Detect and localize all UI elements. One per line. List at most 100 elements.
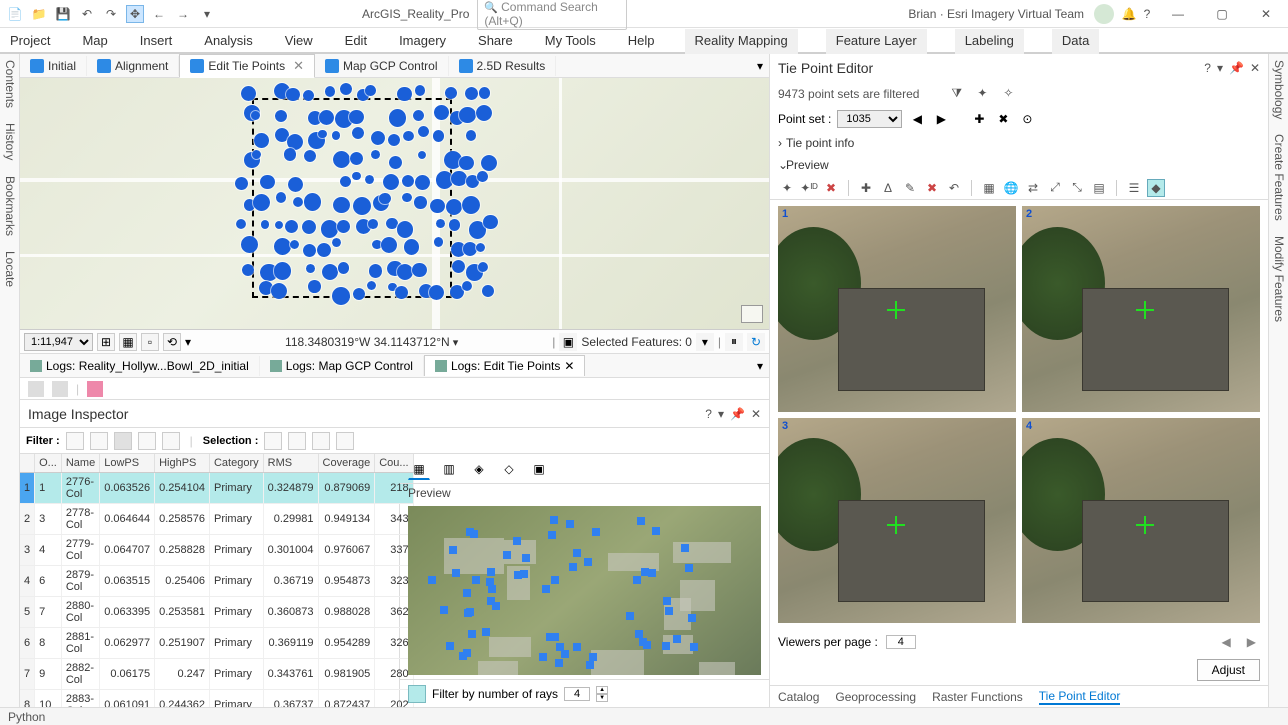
status-python[interactable]: Python: [8, 710, 45, 724]
view-tab-edit-tie-points[interactable]: Edit Tie Points✕: [179, 54, 315, 78]
sel-btn-2-icon[interactable]: [288, 432, 306, 450]
open-project-icon[interactable]: 📁: [30, 5, 48, 23]
pointset-locate-icon[interactable]: ⊙: [1018, 110, 1036, 128]
rail-symbology[interactable]: Symbology: [1272, 60, 1286, 119]
column-header[interactable]: O...: [35, 454, 62, 473]
filter-btn-2-icon[interactable]: [90, 432, 108, 450]
bottom-tab-raster[interactable]: Raster Functions: [932, 690, 1023, 704]
dynamic-icon[interactable]: ⟲: [163, 333, 181, 351]
minimize-button[interactable]: —: [1156, 0, 1200, 28]
avatar[interactable]: [1094, 4, 1114, 24]
scale-dropdown[interactable]: 1:11,947: [24, 333, 93, 351]
tpe-tool-pt-auto-icon[interactable]: Δ: [879, 179, 897, 197]
rail-modify-features[interactable]: Modify Features: [1272, 236, 1286, 322]
view-tab-alignment[interactable]: Alignment: [87, 56, 179, 76]
coordinates-readout[interactable]: 118.3480319°W 34.1143712°N ▾: [195, 335, 548, 349]
column-header[interactable]: HighPS: [155, 454, 210, 473]
pointset-add-icon[interactable]: ✚: [970, 110, 988, 128]
preview-image[interactable]: [408, 506, 761, 675]
table-row[interactable]: 8102883-Col0.0610910.244362Primary0.3673…: [20, 690, 413, 708]
column-header[interactable]: LowPS: [100, 454, 155, 473]
ribbon-ctx-reality-mapping[interactable]: Reality Mapping: [685, 29, 798, 54]
tpe-section-preview[interactable]: ⌄Preview: [770, 154, 1268, 176]
ribbon-tab-imagery[interactable]: Imagery: [397, 29, 448, 54]
tpe-tool-pt-add-icon[interactable]: ✚: [857, 179, 875, 197]
map-canvas[interactable]: [20, 78, 769, 330]
ray-down-button[interactable]: ▼: [596, 694, 608, 702]
log-tool-1-icon[interactable]: [28, 381, 44, 397]
log-tool-3-icon[interactable]: [87, 381, 103, 397]
tpe-tool-del-icon[interactable]: ✖: [822, 179, 840, 197]
bottom-tab-geoprocessing[interactable]: Geoprocessing: [835, 690, 916, 704]
rail-contents[interactable]: Contents: [3, 60, 17, 108]
snapping-icon[interactable]: ▦: [119, 333, 137, 351]
view-tab-initial[interactable]: Initial: [20, 56, 87, 76]
tpe-tool-fit-icon[interactable]: ⤢: [1046, 179, 1064, 197]
ribbon-ctx-feature-layer[interactable]: Feature Layer: [826, 29, 927, 54]
pointset-next-button[interactable]: ▶: [932, 110, 950, 128]
tpe-page-next-button[interactable]: ▶: [1243, 635, 1260, 649]
close-icon[interactable]: ✕: [564, 359, 574, 373]
ribbon-tab-view[interactable]: View: [283, 29, 315, 54]
tpe-close-icon[interactable]: ✕: [1250, 61, 1260, 75]
sel-btn-1-icon[interactable]: [264, 432, 282, 450]
rail-bookmarks[interactable]: Bookmarks: [3, 176, 17, 236]
tpe-tool-highlight-icon[interactable]: ◆: [1147, 179, 1165, 197]
preview-mode-1-icon[interactable]: ▦: [408, 458, 430, 480]
close-icon[interactable]: ✕: [293, 58, 304, 74]
map-status-menu-icon[interactable]: ▾: [185, 335, 191, 349]
ray-count-input[interactable]: [564, 687, 590, 701]
table-row[interactable]: 462879-Col0.0635150.25406Primary0.367190…: [20, 566, 413, 597]
ribbon-ctx-data[interactable]: Data: [1052, 29, 1099, 54]
redo-icon[interactable]: ↷: [102, 5, 120, 23]
tpe-clear-filter-icon[interactable]: ✧: [1003, 86, 1019, 102]
log-tool-2-icon[interactable]: [52, 381, 68, 397]
forward-icon[interactable]: →: [174, 5, 192, 23]
tpe-tool-add-icon[interactable]: ✦: [778, 179, 796, 197]
ribbon-tab-mytools[interactable]: My Tools: [543, 29, 598, 54]
constraint-icon[interactable]: ⊞: [97, 333, 115, 351]
selection-icon[interactable]: ▣: [559, 333, 577, 351]
tpe-autohide-icon[interactable]: 📌: [1229, 61, 1244, 75]
command-search-input[interactable]: 🔍 Command Search (Alt+Q): [477, 0, 627, 30]
ribbon-tab-map[interactable]: Map: [80, 29, 109, 54]
adjust-button[interactable]: Adjust: [1197, 659, 1260, 681]
grid-icon[interactable]: ▫: [141, 333, 159, 351]
ribbon-tab-share[interactable]: Share: [476, 29, 515, 54]
new-project-icon[interactable]: 📄: [6, 5, 24, 23]
close-button[interactable]: ✕: [1244, 0, 1288, 28]
inspector-help-icon[interactable]: ?: [705, 407, 712, 421]
ray-filter-icon[interactable]: [408, 685, 426, 703]
tpe-tool-link-icon[interactable]: ⇄: [1024, 179, 1042, 197]
save-icon[interactable]: 💾: [54, 5, 72, 23]
user-label[interactable]: Brian · Esri Imagery Virtual Team: [908, 7, 1084, 21]
tpe-viewer-3[interactable]: 3: [778, 418, 1016, 624]
tpe-tool-list-icon[interactable]: ☰: [1125, 179, 1143, 197]
table-row[interactable]: 112776-Col0.0635260.254104Primary0.32487…: [20, 473, 413, 504]
table-row[interactable]: 342779-Col0.0647070.258828Primary0.30100…: [20, 535, 413, 566]
rail-create-features[interactable]: Create Features: [1272, 134, 1286, 221]
tpe-tool-undo-icon[interactable]: ↶: [945, 179, 963, 197]
tpe-tool-pt-edit-icon[interactable]: ✎: [901, 179, 919, 197]
preview-mode-3-icon[interactable]: ◈: [468, 458, 490, 480]
bottom-tab-catalog[interactable]: Catalog: [778, 690, 819, 704]
ribbon-tab-insert[interactable]: Insert: [138, 29, 175, 54]
help-icon[interactable]: ?: [1138, 5, 1156, 23]
inspector-autohide-icon[interactable]: 📌: [730, 407, 745, 421]
sel-btn-4-icon[interactable]: [336, 432, 354, 450]
tpe-help-icon[interactable]: ?: [1204, 61, 1211, 75]
table-row[interactable]: 572880-Col0.0633950.253581Primary0.36087…: [20, 597, 413, 628]
pause-drawing-icon[interactable]: ⏸: [725, 333, 743, 351]
ribbon-tab-edit[interactable]: Edit: [343, 29, 369, 54]
tpe-filter-icon[interactable]: ⧩: [951, 86, 967, 102]
tpe-options-icon[interactable]: ▾: [1217, 61, 1223, 75]
navigator-icon[interactable]: [741, 305, 763, 323]
notifications-icon[interactable]: 🔔: [1120, 5, 1138, 23]
table-row[interactable]: 232778-Col0.0646440.258576Primary0.29981…: [20, 504, 413, 535]
table-row[interactable]: 792882-Col0.061750.247Primary0.3437610.9…: [20, 659, 413, 690]
log-tabs-menu-icon[interactable]: ▾: [751, 359, 769, 373]
ribbon-tab-analysis[interactable]: Analysis: [202, 29, 254, 54]
pointset-delete-icon[interactable]: ✖: [994, 110, 1012, 128]
tpe-tool-globe-icon[interactable]: 🌐: [1002, 179, 1020, 197]
inspector-options-icon[interactable]: ▾: [718, 407, 724, 421]
